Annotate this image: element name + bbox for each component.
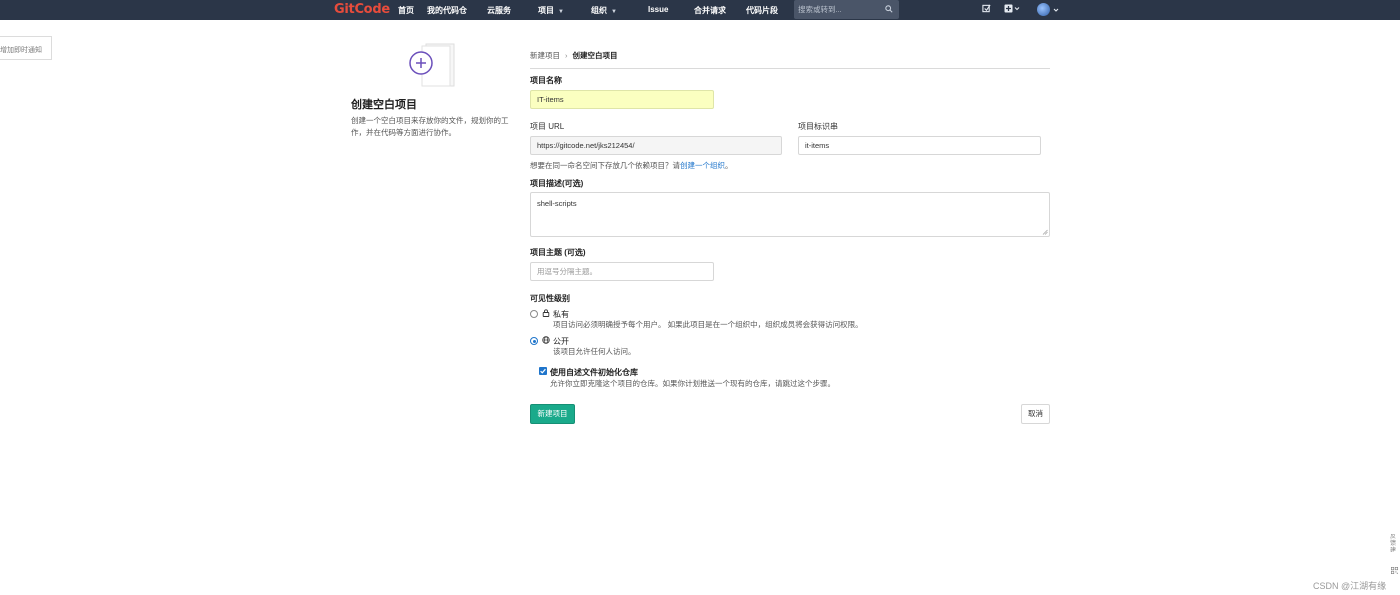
breadcrumb: 新建项目 › 创建空白项目 <box>530 50 618 61</box>
url-hint-text: 想要在同一命名空间下存放几个依赖项目？请 <box>530 161 680 170</box>
intro-description: 创建一个空白项目来存放你的文件，规划你的工作，并在代码等方面进行协作。 <box>351 116 509 137</box>
project-topic-input[interactable]: 用逗号分隔主题。 <box>530 262 714 281</box>
qr-code-icon[interactable] <box>1391 567 1398 574</box>
init-readme-label: 使用自述文件初始化仓库 <box>550 368 638 377</box>
init-readme-desc: 允许你立即克隆这个项目的仓库。如果你计划推送一个现有的仓库，请跳过这个步骤。 <box>550 379 835 388</box>
init-readme-checkbox[interactable] <box>539 367 547 375</box>
project-name-label: 项目名称 <box>530 76 562 85</box>
search-input[interactable] <box>798 3 883 16</box>
nav-issue[interactable]: Issue <box>648 5 668 14</box>
search-icon[interactable] <box>885 5 893 13</box>
project-description-textarea[interactable]: shell-scripts <box>530 192 1050 237</box>
cancel-button[interactable]: 取消 <box>1021 404 1050 424</box>
visibility-label: 可见性级别 <box>530 294 570 303</box>
globe-icon <box>542 336 550 344</box>
breadcrumb-current: 创建空白项目 <box>572 51 618 60</box>
todo-icon[interactable] <box>982 4 991 15</box>
chevron-down-icon: ▼ <box>558 9 564 15</box>
visibility-public-desc: 该项目允许任何人访问。 <box>553 347 636 356</box>
breadcrumb-parent[interactable]: 新建项目 <box>530 51 560 60</box>
blank-project-illustration <box>409 43 455 87</box>
url-hint-suffix: 。 <box>725 161 733 170</box>
instant-notification-tab[interactable]: 增加即时通知 <box>0 36 52 60</box>
project-description-label: 项目描述(可选) <box>530 179 584 188</box>
url-hint: 想要在同一命名空间下存放几个依赖项目？请创建一个组织。 <box>530 160 733 171</box>
visibility-private-radio[interactable] <box>530 310 538 318</box>
project-slug-input[interactable]: it-items <box>798 136 1041 155</box>
create-project-button[interactable]: 新建项目 <box>530 404 575 424</box>
avatar[interactable] <box>1037 3 1050 16</box>
chevron-down-icon[interactable] <box>1053 5 1059 15</box>
intro-title: 创建空白项目 <box>351 99 417 111</box>
resize-grip-icon[interactable] <box>1042 229 1048 235</box>
nav-projects[interactable]: 项目 ▼ <box>538 5 564 16</box>
visibility-private-desc: 项目访问必须明确授予每个用户。 如果此项目是在一个组织中，组织成员将会获得访问权… <box>553 320 863 329</box>
nav-projects-label: 项目 <box>538 6 554 15</box>
divider <box>530 68 1050 69</box>
nav-merge-requests[interactable]: 合并请求 <box>694 5 726 16</box>
nav-home[interactable]: 首页 <box>398 5 414 16</box>
chevron-down-icon: ▼ <box>611 9 617 15</box>
project-name-input[interactable]: IT-items <box>530 90 714 109</box>
project-topic-label: 项目主题 (可选) <box>530 248 586 257</box>
lock-icon <box>542 309 550 317</box>
checkmark-icon <box>540 368 546 374</box>
visibility-public-radio[interactable] <box>530 337 538 345</box>
plus-icon[interactable] <box>1004 4 1020 15</box>
nav-my-repos[interactable]: 我的代码仓 <box>427 5 467 16</box>
gitcode-logo[interactable]: GitCode <box>334 2 390 17</box>
watermark: CSDN @江湖有缘 <box>1313 581 1387 591</box>
nav-groups-label: 组织 <box>591 6 607 15</box>
top-navbar: GitCode 首页 我的代码仓 云服务 项目 ▼ 组织 ▼ Issue 合并请求 … <box>0 0 1400 20</box>
nav-snippets[interactable]: 代码片段 <box>746 5 778 16</box>
create-group-link[interactable]: 创建一个组织 <box>680 161 725 170</box>
feedback-tab[interactable]: 反馈建议 <box>1390 534 1398 552</box>
project-description-value: shell-scripts <box>537 199 577 208</box>
chevron-right-icon: › <box>565 51 568 60</box>
nav-groups[interactable]: 组织 ▼ <box>591 5 617 16</box>
project-url-input[interactable]: https://gitcode.net/jks212454/ <box>530 136 782 155</box>
search-box <box>794 0 899 19</box>
project-slug-label: 项目标识串 <box>798 122 838 131</box>
nav-cloud-service[interactable]: 云服务 <box>487 5 511 16</box>
project-url-label: 项目 URL <box>530 122 565 131</box>
